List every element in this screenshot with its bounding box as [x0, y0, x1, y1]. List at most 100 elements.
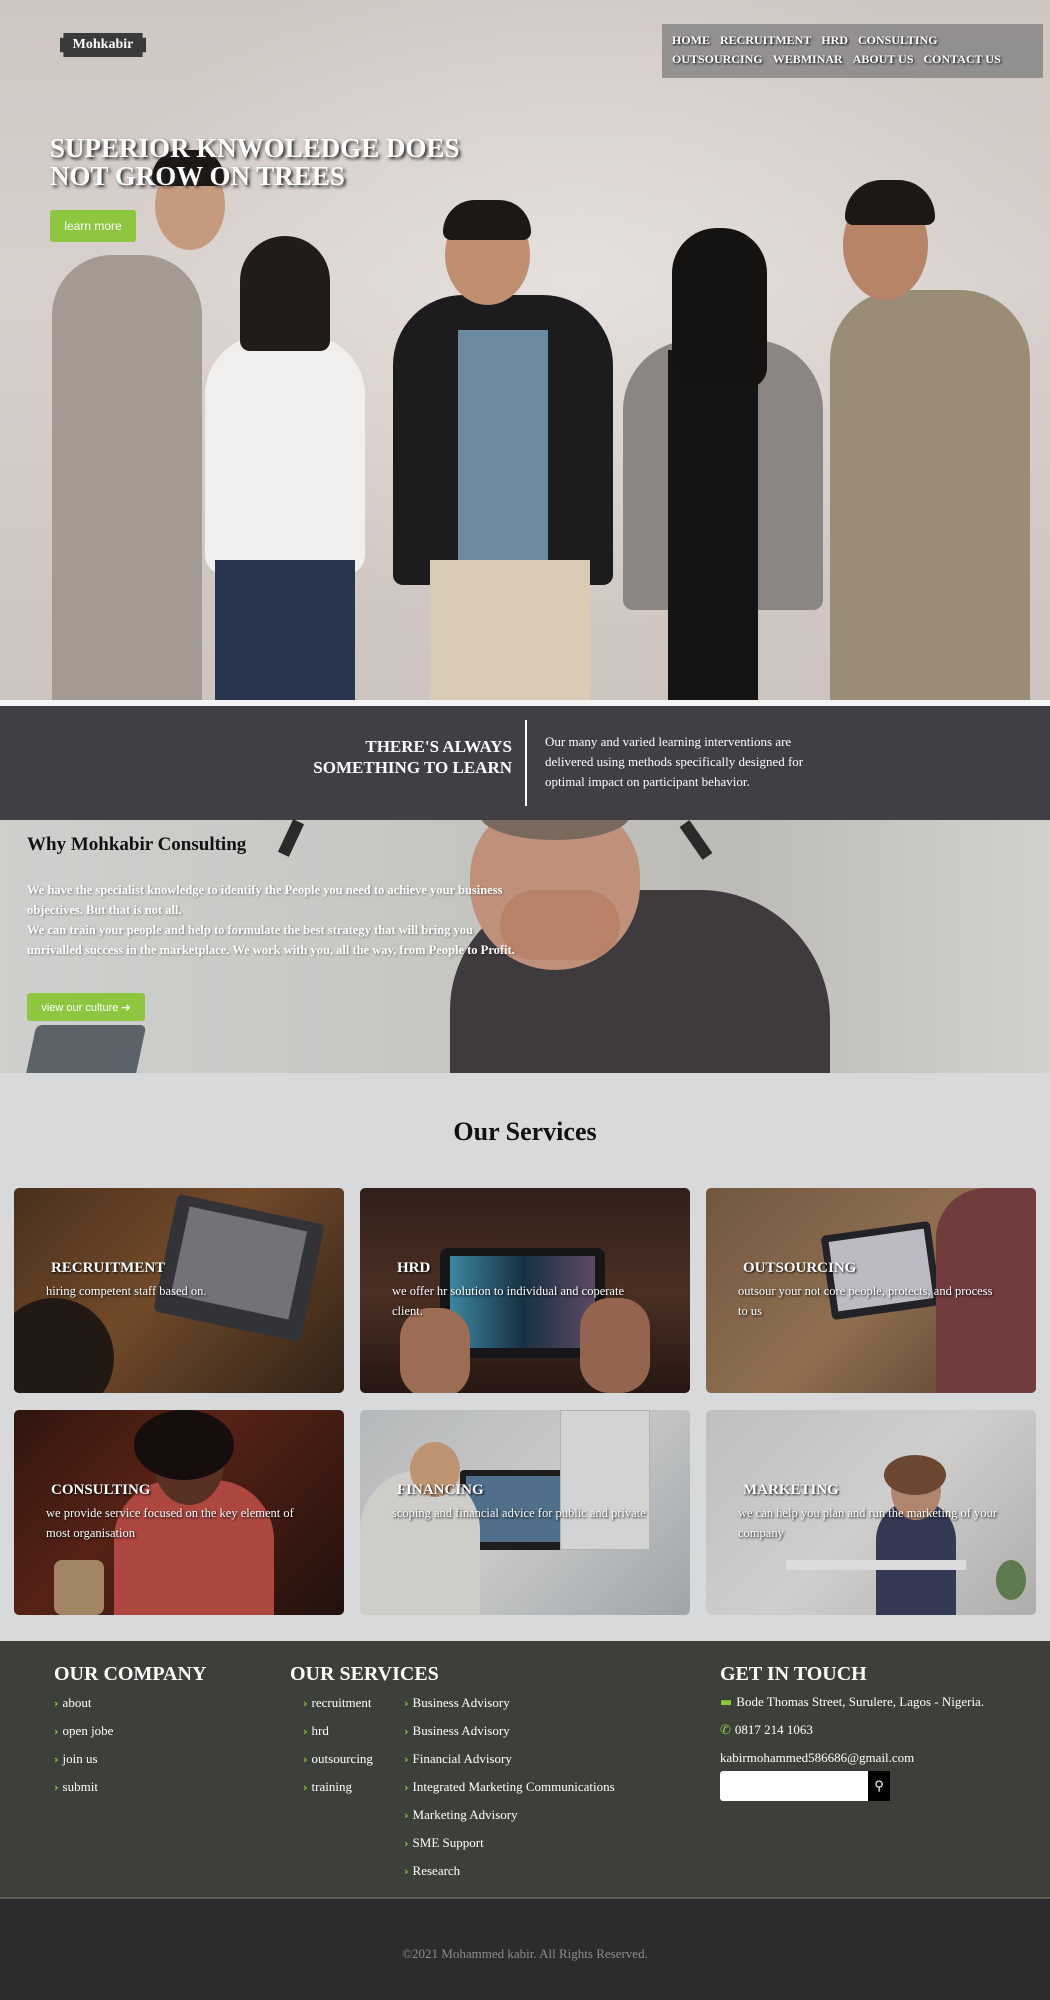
service-card-desc: scoping and financial advice for public …: [392, 1506, 646, 1520]
footer-link-label: Business Advisory: [412, 1723, 510, 1738]
nav-about-us[interactable]: ABOUT US: [853, 51, 914, 67]
service-card-desc: hiring competent staff based on.: [46, 1284, 207, 1298]
band-divider: [525, 720, 527, 806]
contact-address: ▬ Bode Thomas Street, Surulere, Lagos - N…: [720, 1688, 984, 1716]
service-card-title: FINANCING: [397, 1482, 484, 1498]
footer-link-label: about: [62, 1695, 92, 1710]
search-icon: ⚲: [874, 1778, 884, 1794]
why-title: Why Mohkabir Consulting: [27, 834, 247, 855]
search-input[interactable]: [720, 1771, 868, 1801]
id-card-icon: ▬: [720, 1695, 733, 1710]
service-card-desc: we can help you plan and run the marketi…: [738, 1506, 997, 1540]
chevron-right-icon: ›: [303, 1697, 308, 1710]
service-card-title: RECRUITMENT: [51, 1260, 166, 1276]
band-headline-line1: THERE'S ALWAYS: [365, 737, 512, 756]
footer-link-outsourcing[interactable]: › outsourcing: [303, 1745, 373, 1773]
chevron-right-icon: ›: [404, 1865, 409, 1878]
service-card-financing[interactable]: FINANCING scoping and financial advice f…: [360, 1410, 690, 1615]
learning-band: THERE'S ALWAYS SOMETHING TO LEARN Our ma…: [0, 706, 1050, 820]
service-card-title: HRD: [397, 1260, 431, 1276]
service-card-marketing[interactable]: MARKETING we can help you plan and run t…: [706, 1410, 1036, 1615]
footer-link-integrated-marketing[interactable]: › Integrated Marketing Communications: [404, 1773, 615, 1801]
footer-link-label: outsourcing: [311, 1751, 373, 1766]
service-card-hrd[interactable]: HRD we offer hr solution to individual a…: [360, 1188, 690, 1393]
service-card-title: MARKETING: [743, 1482, 839, 1498]
service-card-desc: we provide service focused on the key el…: [46, 1506, 294, 1540]
top-navigation: HOME RECRUITMENT HRD CONSULTING OUTSOURC…: [662, 24, 1043, 78]
service-card-desc: outsour your not core people, protects, …: [738, 1284, 993, 1318]
footer-bottom: ©2021 Mohammed kabir. All Rights Reserve…: [0, 1897, 1050, 2000]
footer-services-more-list: › Business Advisory › Business Advisory › F…: [404, 1689, 615, 1885]
footer-link-open-jobe[interactable]: › open jobe: [54, 1717, 113, 1745]
footer-link-label: SME Support: [412, 1835, 484, 1850]
footer-link-business-advisory[interactable]: › Business Advisory: [404, 1689, 615, 1717]
footer-link-sme-support[interactable]: › SME Support: [404, 1829, 615, 1857]
footer-link-business-advisory-2[interactable]: › Business Advisory: [404, 1717, 615, 1745]
chevron-right-icon: ›: [303, 1753, 308, 1766]
chevron-right-icon: ›: [404, 1753, 409, 1766]
nav-hrd[interactable]: HRD: [821, 32, 848, 48]
footer-link-label: training: [311, 1779, 352, 1794]
footer-link-label: recruitment: [311, 1695, 372, 1710]
footer-company-title: OUR COMPANY: [54, 1663, 207, 1685]
footer-link-training[interactable]: › training: [303, 1773, 373, 1801]
search-button[interactable]: ⚲: [868, 1771, 890, 1801]
contact-phone: ✆ 0817 214 1063: [720, 1716, 984, 1744]
arrow-right-icon: ➔: [121, 1000, 131, 1014]
site-logo[interactable]: Mohkabir: [60, 33, 146, 57]
why-paragraph-1: We have the specialist knowledge to iden…: [27, 883, 503, 917]
chevron-right-icon: ›: [404, 1781, 409, 1794]
view-culture-button[interactable]: view our culture ➔: [27, 993, 145, 1021]
service-card-recruitment[interactable]: RECRUITMENT hiring competent staff based…: [14, 1188, 344, 1393]
nav-home[interactable]: HOME: [672, 32, 710, 48]
footer-link-label: Financial Advisory: [412, 1751, 512, 1766]
chevron-right-icon: ›: [54, 1725, 59, 1738]
footer-link-label: Marketing Advisory: [412, 1807, 518, 1822]
view-culture-label: view our culture: [41, 1001, 119, 1014]
service-card-desc: we offer hr solution to individual and c…: [392, 1284, 624, 1318]
footer-link-label: join us: [62, 1751, 98, 1766]
footer-link-research[interactable]: › Research: [404, 1857, 615, 1885]
nav-contact-us[interactable]: CONTACT US: [924, 51, 1001, 67]
chevron-right-icon: ›: [303, 1781, 308, 1794]
footer-link-recruitment[interactable]: › recruitment: [303, 1689, 373, 1717]
nav-webminar[interactable]: WEBMINAR: [773, 51, 843, 67]
chevron-right-icon: ›: [54, 1753, 59, 1766]
footer-link-label: hrd: [311, 1723, 329, 1738]
footer-link-submit[interactable]: › submit: [54, 1773, 113, 1801]
service-card-consulting[interactable]: CONSULTING we provide service focused on…: [14, 1410, 344, 1615]
footer-services-title: OUR SERVICES: [290, 1663, 439, 1685]
services-title: Our Services: [453, 1117, 597, 1146]
footer-link-financial-advisory[interactable]: › Financial Advisory: [404, 1745, 615, 1773]
hero-section: Mohkabir HOME RECRUITMENT HRD CONSULTING…: [0, 0, 1050, 700]
band-headline-line2: SOMETHING TO LEARN: [313, 758, 512, 777]
footer-contact: ▬ Bode Thomas Street, Surulere, Lagos - N…: [720, 1688, 984, 1771]
footer-services-list: › recruitment › hrd › outsourcing › training: [303, 1689, 373, 1801]
footer-link-label: Integrated Marketing Communications: [412, 1779, 615, 1794]
nav-outsourcing[interactable]: OUTSOURCING: [672, 51, 763, 67]
service-card-outsourcing[interactable]: OUTSOURCING outsour your not core people…: [706, 1188, 1036, 1393]
footer-link-label: submit: [62, 1779, 98, 1794]
contact-phone-text: 0817 214 1063: [734, 1722, 813, 1737]
why-paragraph-2: We can train your people and help to for…: [27, 923, 515, 957]
chevron-right-icon: ›: [404, 1809, 409, 1822]
learn-more-button[interactable]: learn more: [50, 210, 136, 242]
service-card-title: OUTSOURCING: [743, 1260, 857, 1276]
chevron-right-icon: ›: [404, 1837, 409, 1850]
footer-link-marketing-advisory[interactable]: › Marketing Advisory: [404, 1801, 615, 1829]
footer-link-hrd[interactable]: › hrd: [303, 1717, 373, 1745]
hero-title: SUPERIOR KNWOLEDGE DOES NOT GROW ON TREE…: [50, 133, 460, 191]
contact-email[interactable]: kabirmohammed586686@gmail.com: [720, 1744, 984, 1771]
footer-link-join-us[interactable]: › join us: [54, 1745, 113, 1773]
contact-address-text: Bode Thomas Street, Surulere, Lagos - Ni…: [736, 1694, 985, 1709]
phone-icon: ✆: [720, 1723, 731, 1738]
nav-consulting[interactable]: CONSULTING: [858, 32, 938, 48]
chevron-right-icon: ›: [54, 1697, 59, 1710]
footer-link-about[interactable]: › about: [54, 1689, 113, 1717]
footer-link-label: open jobe: [62, 1723, 114, 1738]
why-text: We have the specialist knowledge to iden…: [27, 880, 527, 960]
service-card-title: CONSULTING: [51, 1482, 151, 1498]
chevron-right-icon: ›: [54, 1781, 59, 1794]
footer-link-label: Research: [412, 1863, 461, 1878]
nav-recruitment[interactable]: RECRUITMENT: [720, 32, 811, 48]
